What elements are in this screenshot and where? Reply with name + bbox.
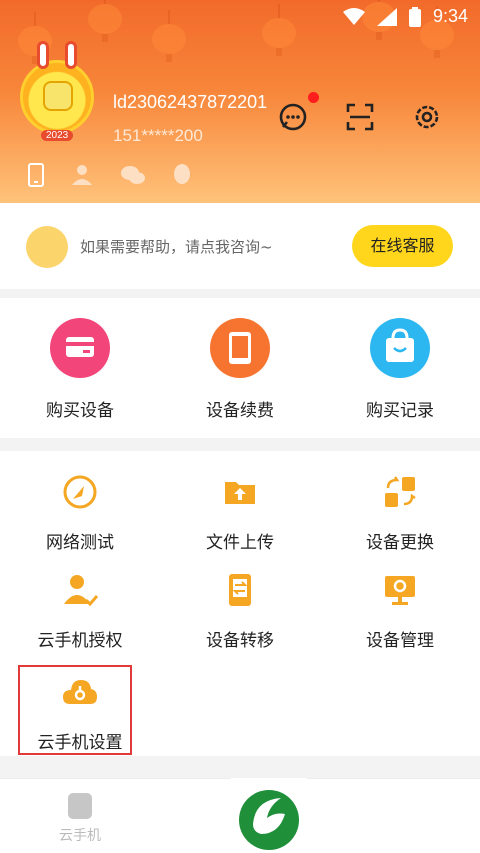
nav-item-label: 云手机 (59, 828, 101, 844)
qq-icon[interactable] (170, 163, 194, 187)
file-upload-label: 文件上传 (206, 533, 274, 553)
help-text: 如果需要帮助，请点我咨询~ (80, 238, 273, 256)
wifi-icon (342, 7, 365, 25)
transfer-icon (229, 574, 251, 606)
cloud-phone-authorize-label: 云手机授权 (37, 631, 123, 651)
highlight-box (18, 665, 132, 755)
buy-device-button[interactable]: 购买设备 (15, 318, 145, 421)
network-test-button[interactable]: 网络测试 (15, 474, 145, 553)
swap-icon (385, 476, 416, 507)
device-management-button[interactable]: 设备管理 (335, 572, 465, 651)
cloud-phone-nav-icon (68, 793, 92, 819)
scan-icon[interactable] (345, 102, 375, 132)
purchase-history-button[interactable]: 购买记录 (335, 318, 465, 421)
watermark-logo (231, 778, 307, 853)
avatar[interactable]: 2023 (20, 41, 94, 141)
renew-device-label: 设备续费 (206, 401, 274, 421)
network-test-label: 网络测试 (46, 533, 114, 553)
speedometer-icon (63, 475, 97, 509)
shopping-bag-icon (370, 318, 430, 378)
renew-device-button[interactable]: 设备续费 (175, 318, 305, 421)
user-authorize-icon (64, 575, 99, 607)
message-notification-dot (308, 92, 319, 103)
buy-device-label: 购买设备 (46, 401, 114, 421)
user-id: ld23062437872201 (113, 92, 268, 112)
wechat-icon[interactable] (120, 163, 146, 187)
device-transfer-button[interactable]: 设备转移 (175, 572, 305, 651)
login-methods (24, 163, 194, 187)
phone-login-icon[interactable] (24, 163, 48, 187)
file-upload-button[interactable]: 文件上传 (175, 474, 305, 553)
message-icon[interactable] (278, 102, 308, 132)
device-replace-label: 设备更换 (366, 533, 434, 553)
purchase-section: 购买设备 设备续费 购买记录 (0, 298, 480, 438)
device-replace-button[interactable]: 设备更换 (335, 474, 465, 553)
account-login-icon[interactable] (72, 163, 96, 187)
monitor-gear-icon (385, 576, 415, 605)
status-bar: 9:34 (0, 0, 480, 32)
tablet-icon (210, 318, 270, 378)
signal-icon (376, 7, 397, 26)
device-management-label: 设备管理 (366, 631, 434, 651)
battery-icon (408, 6, 421, 27)
upload-icon (225, 482, 255, 504)
purchase-history-label: 购买记录 (366, 401, 434, 421)
cloud-phone-authorize-button[interactable]: 云手机授权 (15, 572, 145, 651)
status-time: 9:34 (432, 6, 468, 26)
nav-item-cloud-phone[interactable]: 云手机 (50, 793, 110, 845)
user-phone: 151*****200 (113, 126, 203, 145)
assistant-mascot-icon (26, 226, 68, 268)
settings-gear-icon[interactable] (412, 102, 442, 132)
profile-header: 9:34 2023 ld23062437872201 151*****200 (0, 0, 480, 203)
avatar-year-badge: 2023 (41, 130, 74, 141)
card-icon (50, 318, 110, 378)
device-transfer-label: 设备转移 (206, 631, 274, 651)
online-support-button[interactable]: 在线客服 (352, 225, 453, 267)
